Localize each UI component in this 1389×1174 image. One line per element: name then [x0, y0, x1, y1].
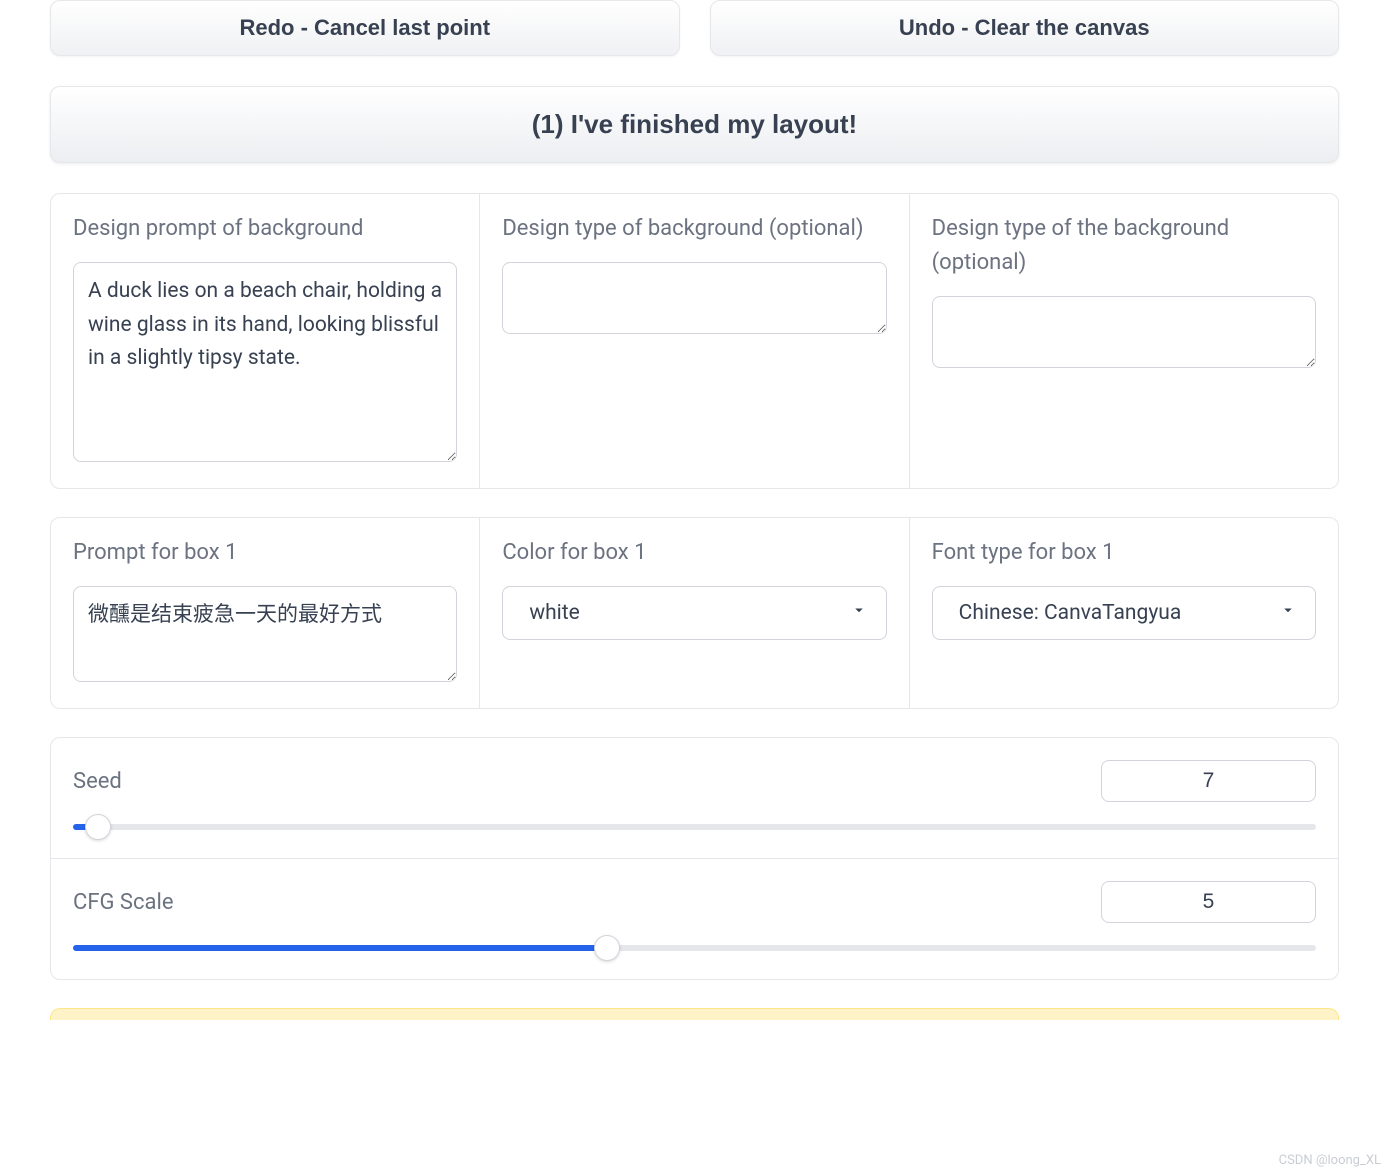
redo-button[interactable]: Redo - Cancel last point: [50, 0, 680, 56]
cfg-slider-thumb[interactable]: [594, 935, 620, 961]
background-prompt-col: Design prompt of background: [51, 194, 480, 488]
box1-font-label: Font type for box 1: [932, 536, 1316, 570]
box1-font-value: Chinese: CanvaTangyua: [959, 601, 1182, 625]
box1-color-label: Color for box 1: [502, 536, 886, 570]
background-type2-label: Design type of the background (optional): [932, 212, 1316, 280]
box1-font-select[interactable]: Chinese: CanvaTangyua: [932, 586, 1316, 640]
cfg-row: CFG Scale: [51, 859, 1338, 979]
cfg-value-input[interactable]: [1101, 881, 1316, 923]
background-type2-col: Design type of the background (optional): [910, 194, 1338, 488]
seed-row: Seed: [51, 738, 1338, 859]
background-type1-label: Design type of background (optional): [502, 212, 886, 246]
background-prompt-label: Design prompt of background: [73, 212, 457, 246]
box1-color-value: white: [529, 601, 579, 625]
box1-font-col: Font type for box 1 Chinese: CanvaTangyu…: [910, 518, 1338, 708]
background-type1-input[interactable]: [502, 262, 886, 334]
box1-panel: Prompt for box 1 Color for box 1 white F…: [50, 517, 1339, 709]
box1-prompt-label: Prompt for box 1: [73, 536, 457, 570]
next-panel-top: [50, 1008, 1339, 1020]
watermark: CSDN @loong_XL: [1279, 1153, 1381, 1168]
box1-color-select[interactable]: white: [502, 586, 886, 640]
cfg-slider-fill: [73, 945, 607, 951]
background-type1-col: Design type of background (optional): [480, 194, 909, 488]
box1-prompt-col: Prompt for box 1: [51, 518, 480, 708]
background-panel: Design prompt of background Design type …: [50, 193, 1339, 489]
cfg-slider[interactable]: [73, 945, 1316, 951]
seed-value-input[interactable]: [1101, 760, 1316, 802]
seed-slider-thumb[interactable]: [85, 814, 111, 840]
box1-prompt-input[interactable]: [73, 586, 457, 682]
slider-panel: Seed CFG Scale: [50, 737, 1339, 980]
finished-layout-button[interactable]: (1) I've finished my layout!: [50, 86, 1339, 163]
seed-slider[interactable]: [73, 824, 1316, 830]
background-type2-input[interactable]: [932, 296, 1316, 368]
box1-color-col: Color for box 1 white: [480, 518, 909, 708]
cfg-label: CFG Scale: [73, 890, 173, 915]
background-prompt-input[interactable]: [73, 262, 457, 462]
seed-label: Seed: [73, 769, 122, 794]
chevron-down-icon: [850, 601, 868, 625]
chevron-down-icon: [1279, 601, 1297, 625]
undo-button[interactable]: Undo - Clear the canvas: [710, 0, 1340, 56]
